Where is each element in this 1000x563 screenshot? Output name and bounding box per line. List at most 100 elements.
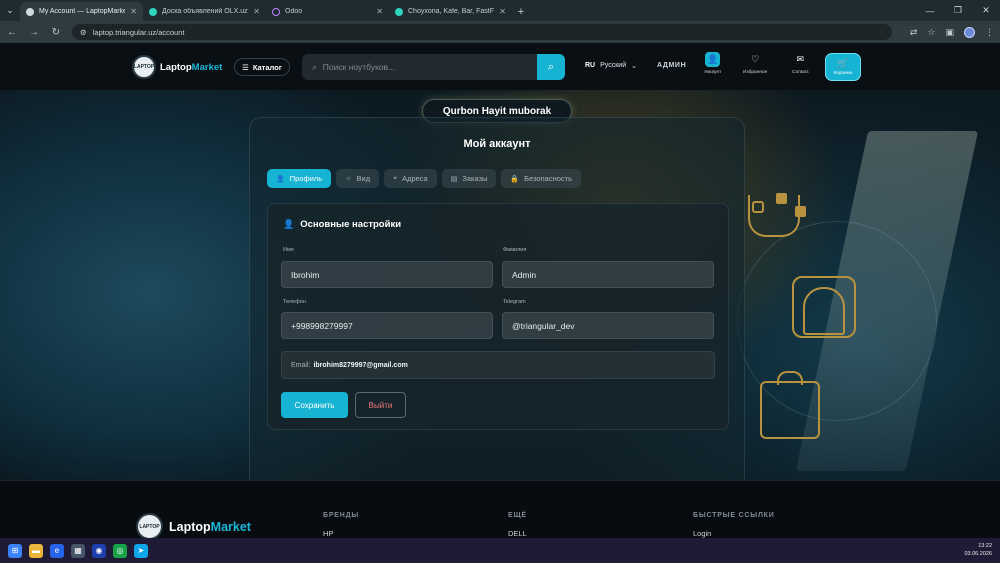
- footer-more-column: ЕЩЁ DELL: [508, 512, 527, 538]
- save-button[interactable]: Сохранить: [281, 392, 348, 418]
- site-logo[interactable]: LAPTOP LaptopMarket: [132, 55, 222, 79]
- choyxona-favicon-icon: [395, 7, 403, 16]
- phone-field[interactable]: +998998279997: [281, 312, 493, 339]
- telegram-icon[interactable]: ➤: [134, 543, 148, 558]
- tab-view[interactable]: ☼ Вид: [336, 169, 380, 188]
- url-text: laptop.triangular.uz/account: [92, 27, 185, 37]
- sun-icon: ☼: [345, 175, 352, 182]
- footer-link[interactable]: DELL: [508, 529, 527, 538]
- logo-suffix: Market: [210, 519, 251, 534]
- browser-tab-account[interactable]: My Account — LaptopMarket U ✕: [20, 2, 143, 21]
- site-header: LAPTOP LaptopMarket ☰ Каталог ⌕ Поиск но…: [0, 43, 1000, 90]
- logo-badge-icon: LAPTOP: [132, 55, 156, 79]
- cart-label: Корзина: [833, 71, 853, 76]
- catalog-label: Каталог: [252, 62, 282, 72]
- account-tabs: 👤 Профиль ☼ Вид ⌖ Адреса ▤ Заказы 🔒 Безо…: [267, 169, 581, 188]
- tab-search-icon[interactable]: ⌄: [0, 0, 20, 21]
- close-tab-icon[interactable]: ✕: [499, 7, 506, 16]
- file-explorer-icon[interactable]: ▬: [29, 543, 43, 558]
- minimize-icon[interactable]: —: [916, 0, 944, 21]
- tab-addresses[interactable]: ⌖ Адреса: [384, 169, 437, 188]
- decorative-square-icon: [752, 201, 764, 213]
- footer-link[interactable]: Login: [693, 529, 775, 538]
- back-icon[interactable]: ←: [6, 27, 18, 38]
- decorative-bag-handle-icon: [777, 371, 803, 385]
- last-name-field[interactable]: Admin: [502, 261, 714, 288]
- close-tab-icon[interactable]: ✕: [253, 7, 260, 16]
- tab-profile[interactable]: 👤 Профиль: [267, 169, 332, 188]
- logout-button[interactable]: Выйти: [355, 392, 406, 418]
- tab-orders[interactable]: ▤ Заказы: [441, 169, 497, 188]
- maximize-icon[interactable]: ❐: [944, 0, 972, 21]
- catalog-button[interactable]: ☰ Каталог: [234, 58, 290, 76]
- olx-favicon-icon: [149, 7, 157, 16]
- location-pin-icon: ⌖: [393, 174, 398, 182]
- close-window-icon[interactable]: ✕: [972, 0, 1000, 21]
- phone-label: Телефон: [283, 299, 306, 305]
- first-name-field[interactable]: Ibrohim: [281, 261, 493, 288]
- tab-title: Choyxona, Kafe, Bar, FastFood: [408, 8, 494, 15]
- search-icon: ⌕: [312, 61, 317, 72]
- footer-quick-links-column: БЫСТРЫЕ ССЫЛКИ Login: [693, 512, 775, 538]
- address-bar[interactable]: ⚙ laptop.triangular.uz/account: [72, 24, 892, 40]
- clock-date: 03.06.2026: [964, 551, 992, 557]
- account-label: Аккаунт: [704, 70, 722, 75]
- new-tab-button[interactable]: +: [512, 2, 530, 21]
- search-input[interactable]: ⌕ Поиск ноутбуков...: [302, 54, 537, 80]
- decorative-bag-icon: [760, 381, 820, 439]
- profile-avatar[interactable]: [964, 26, 975, 38]
- page-favicon-icon: [26, 7, 34, 16]
- email-label: Email:: [291, 361, 311, 369]
- email-value: ibrohim8279997@gmail.com: [313, 361, 408, 369]
- footer-link[interactable]: HP: [323, 529, 359, 538]
- logo-prefix: Laptop: [169, 519, 211, 534]
- lock-icon: 🔒: [510, 175, 520, 183]
- browser-menu-icon[interactable]: ⋮: [985, 27, 994, 38]
- close-tab-icon[interactable]: ✕: [130, 7, 137, 16]
- basic-settings-panel: 👤 Основные настройки Имя Ibrohim Фамилия…: [267, 203, 729, 430]
- browser-tab-choyxona[interactable]: Choyxona, Kafe, Bar, FastFood ✕: [389, 2, 512, 21]
- search-button[interactable]: ⌕: [537, 54, 565, 80]
- app-icon[interactable]: ◉: [92, 543, 106, 558]
- tab-label: Адреса: [402, 174, 428, 183]
- os-taskbar: ⊞ ▬ e ▦ ◉ ◎ ➤ 13:22 03.06.2026: [0, 538, 1000, 563]
- odoo-favicon-icon: [272, 7, 280, 16]
- site-info-icon[interactable]: ⚙: [80, 28, 87, 37]
- close-tab-icon[interactable]: ✕: [376, 7, 383, 16]
- lang-code: RU: [585, 62, 596, 69]
- cart-button[interactable]: 🛒 Корзина: [825, 53, 861, 81]
- translate-icon[interactable]: ⇄: [910, 27, 918, 38]
- footer-brands-column: БРЕНДЫ HP: [323, 512, 359, 538]
- user-icon: 👤: [276, 175, 285, 183]
- reload-icon[interactable]: ↻: [50, 27, 62, 38]
- tab-security[interactable]: 🔒 Безопасность: [501, 169, 581, 188]
- windows-start-icon[interactable]: ⊞: [8, 543, 22, 558]
- search-placeholder: Поиск ноутбуков...: [322, 62, 396, 72]
- system-clock[interactable]: 13:22 03.06.2026: [964, 542, 992, 558]
- language-select[interactable]: RU Русский ⌄: [585, 62, 637, 70]
- bookmark-star-icon[interactable]: ☆: [927, 27, 935, 38]
- extensions-icon[interactable]: ▣: [945, 27, 954, 38]
- footer-logo[interactable]: LAPTOP LaptopMarket: [136, 513, 251, 538]
- account-button[interactable]: 👤 Аккаунт: [704, 52, 721, 75]
- browser-tab-olx[interactable]: Доска объявлений OLX.uz, ро ✕: [143, 2, 266, 21]
- section-title: 👤 Основные настройки: [283, 219, 401, 230]
- footer-column-title: ЕЩЁ: [508, 512, 527, 519]
- contact-button[interactable]: ✉ Contact: [792, 52, 809, 75]
- favorites-button[interactable]: ♡ Избранное: [743, 52, 767, 75]
- chevron-down-icon: ⌄: [631, 63, 637, 70]
- mail-icon: ✉: [796, 54, 805, 64]
- account-card: Мой аккаунт 👤 Профиль ☼ Вид ⌖ Адреса ▤ З…: [249, 117, 745, 489]
- chrome-icon[interactable]: ◎: [113, 543, 127, 558]
- admin-link[interactable]: АДМИН: [657, 62, 686, 69]
- store-icon[interactable]: ▦: [71, 543, 85, 558]
- menu-icon: ☰: [242, 62, 249, 72]
- forward-icon[interactable]: →: [28, 27, 40, 38]
- cart-icon: 🛒: [837, 58, 849, 68]
- tab-label: Заказы: [462, 174, 488, 183]
- tab-label: Безопасность: [524, 174, 572, 183]
- browser-tab-odoo[interactable]: Odoo ✕: [266, 2, 389, 21]
- telegram-field[interactable]: @triangular_dev: [502, 312, 714, 339]
- edge-icon[interactable]: e: [50, 543, 64, 558]
- clipboard-icon: ▤: [450, 175, 458, 183]
